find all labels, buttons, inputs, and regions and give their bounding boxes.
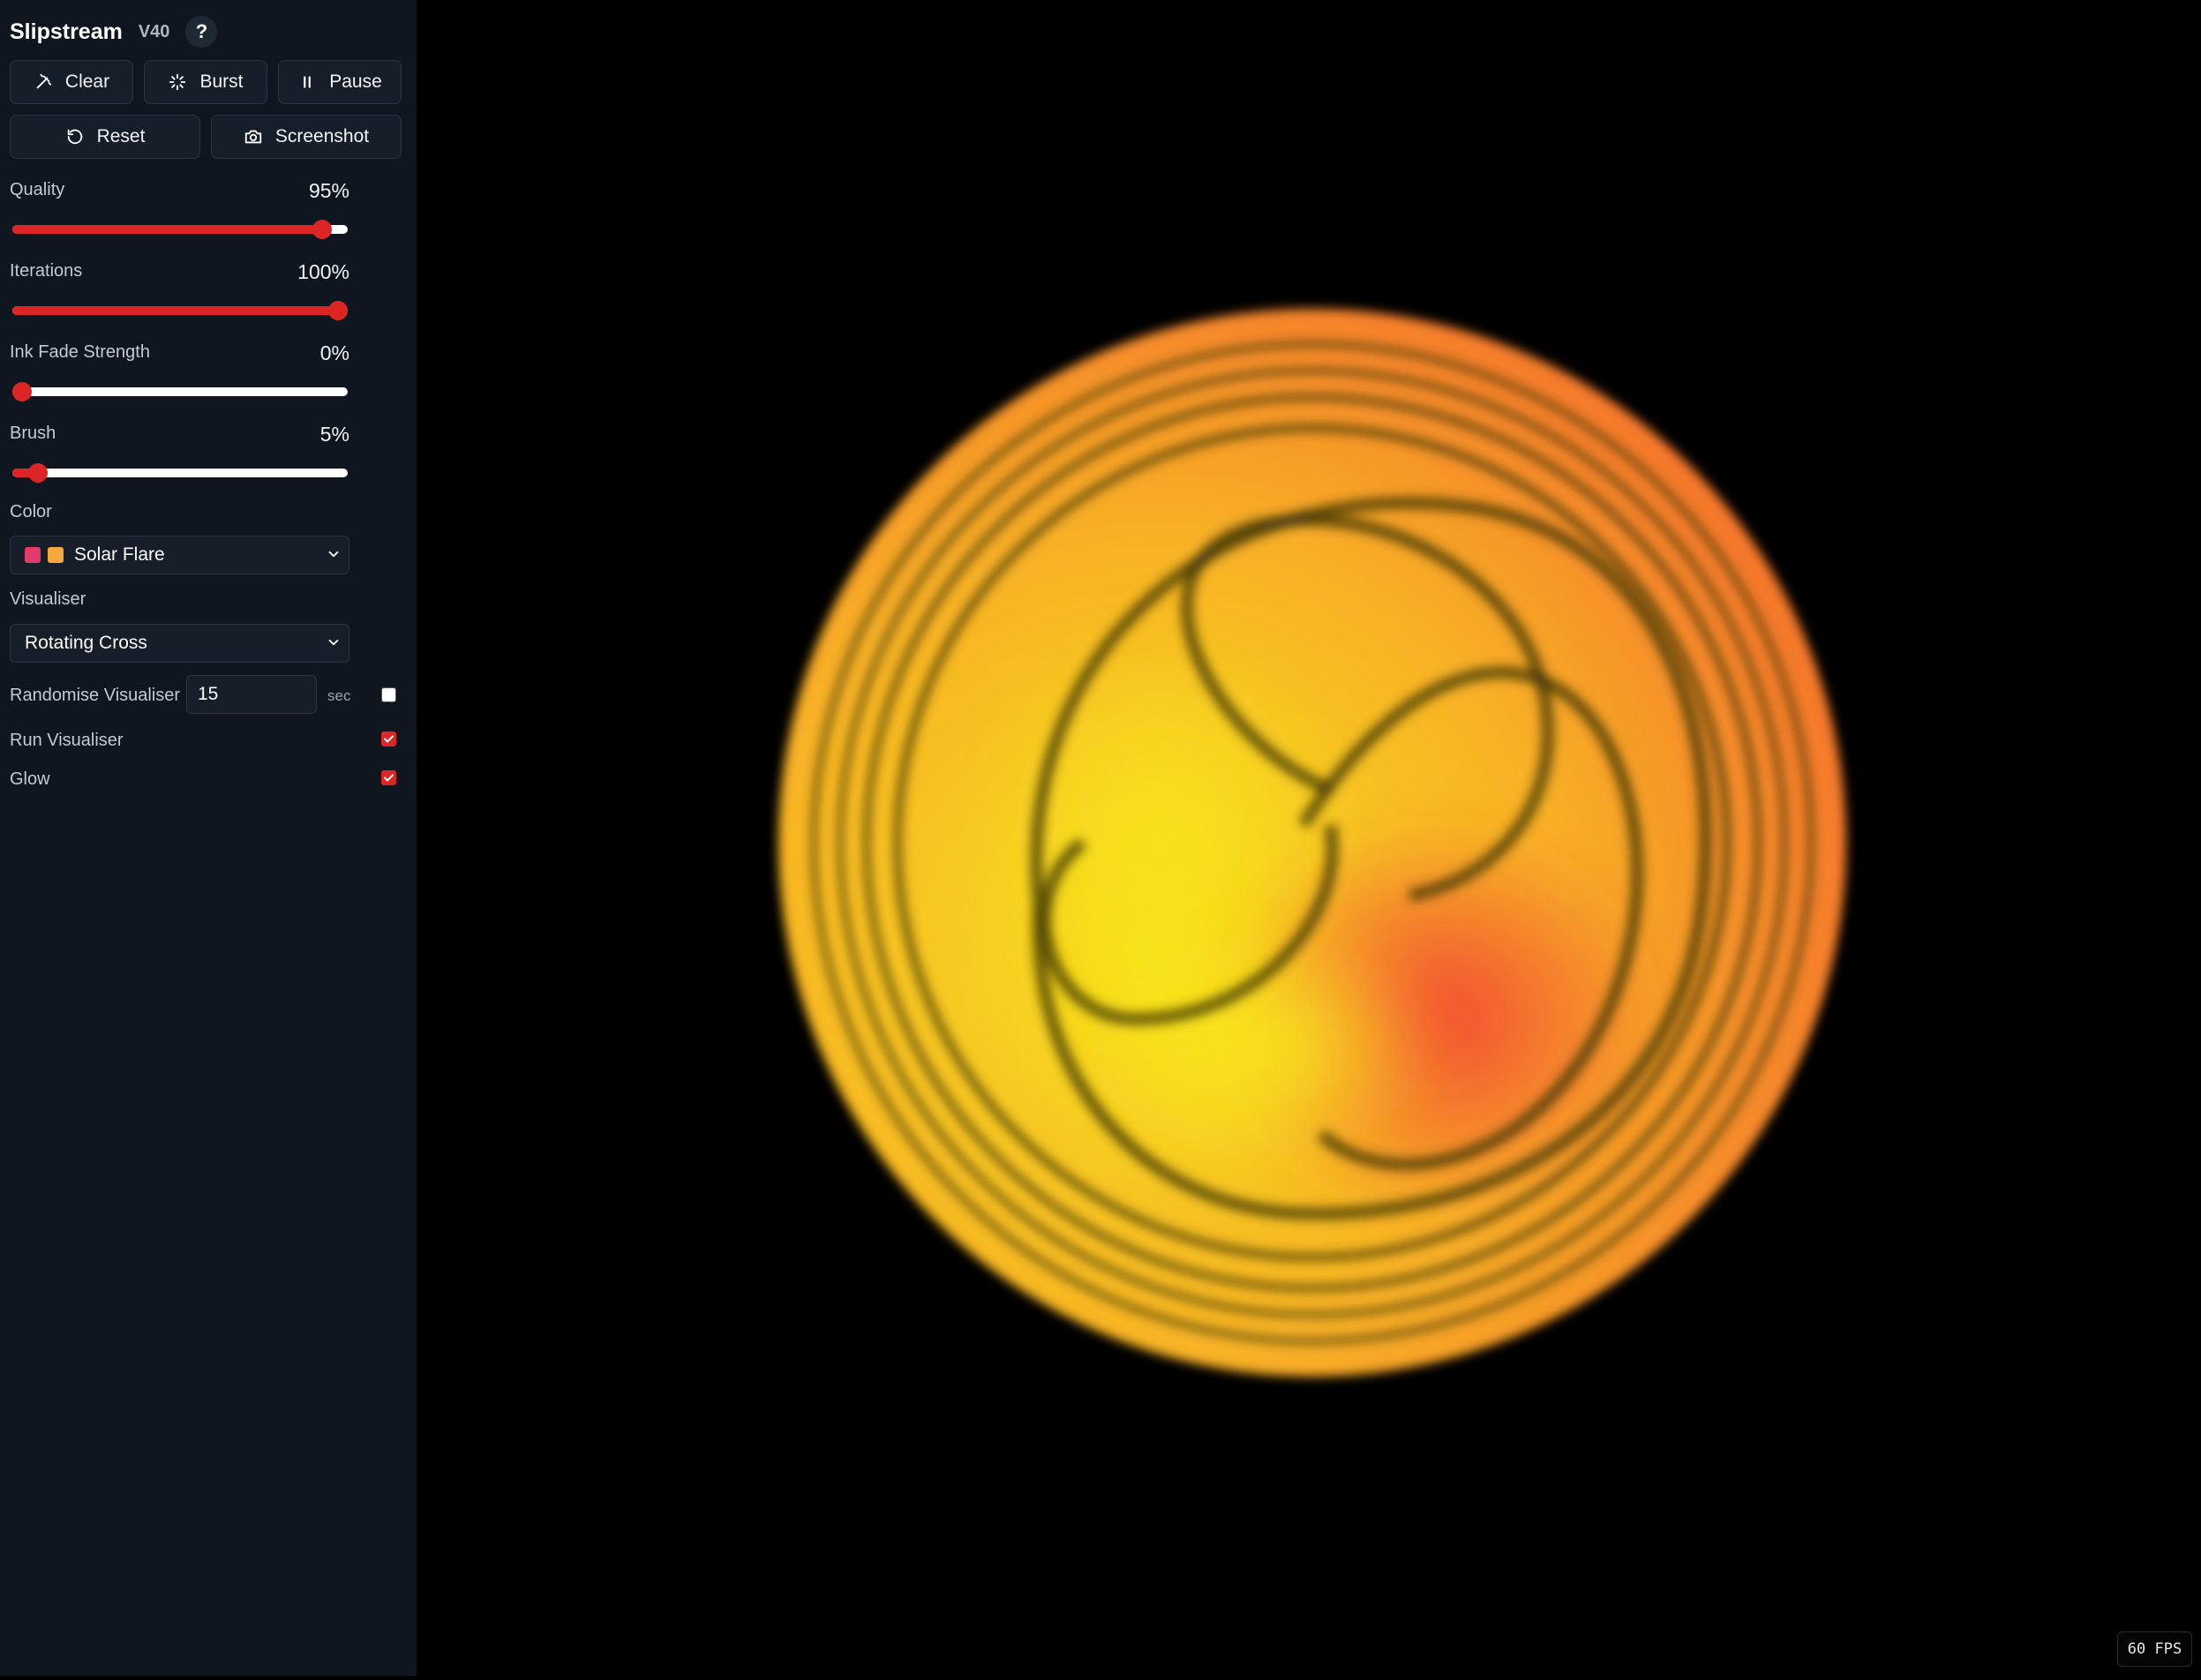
brush-slider[interactable] — [12, 463, 348, 483]
app-title: Slipstream — [10, 19, 123, 44]
color-selected-value: Solar Flare — [74, 544, 165, 565]
quality-slider[interactable] — [12, 220, 348, 239]
pause-icon — [304, 76, 312, 88]
visualiser-label: Visualiser — [10, 589, 86, 609]
checkmark-icon — [384, 735, 394, 743]
brush-slider-thumb[interactable] — [27, 463, 48, 483]
screenshot-button[interactable]: Screenshot — [211, 115, 402, 159]
burst-button[interactable]: Burst — [144, 60, 267, 104]
ink-fade-slider[interactable] — [12, 382, 348, 401]
run-visualiser-checkbox[interactable] — [381, 731, 396, 746]
chevron-down-icon — [328, 639, 339, 646]
screenshot-label: Screenshot — [274, 126, 370, 146]
iterations-label: Iterations — [10, 261, 83, 281]
quality-label: Quality — [10, 180, 65, 199]
reset-icon — [67, 129, 82, 145]
pause-label: Pause — [329, 71, 382, 92]
randomise-visualiser-checkbox[interactable] — [381, 687, 396, 702]
color-swatch-secondary — [48, 547, 64, 563]
visualiser-selected-value: Rotating Cross — [25, 633, 147, 653]
brush-value: 5% — [319, 423, 349, 446]
quality-slider-fill — [12, 225, 323, 234]
iterations-slider-fill — [12, 306, 338, 315]
clear-label: Clear — [64, 71, 110, 92]
clear-button[interactable]: Clear — [10, 60, 133, 104]
color-select[interactable]: Solar Flare — [10, 536, 349, 574]
randomise-visualiser-label: Randomise Visualiser — [10, 686, 181, 705]
eraser-icon — [36, 73, 52, 89]
glow-label: Glow — [10, 769, 50, 789]
color-label: Color — [10, 502, 52, 521]
control-sidebar: Slipstream V40 ? Clear Burst Pause Reset… — [0, 0, 417, 1676]
iterations-value: 100% — [297, 260, 349, 283]
reset-label: Reset — [96, 126, 146, 146]
run-visualiser-label: Run Visualiser — [10, 731, 124, 750]
burst-icon — [169, 73, 186, 91]
iterations-slider-thumb[interactable] — [328, 301, 348, 320]
fluid-visualisation — [778, 309, 1846, 1376]
randomise-interval-input[interactable]: 15 — [186, 675, 317, 714]
visualiser-select[interactable]: Rotating Cross — [10, 624, 349, 663]
glow-checkbox[interactable] — [381, 770, 396, 785]
color-swatch-primary — [25, 547, 41, 563]
camera-icon — [244, 130, 262, 144]
title-row: Slipstream V40 ? — [10, 16, 218, 48]
help-button[interactable]: ? — [185, 16, 218, 48]
randomise-interval-value: 15 — [198, 684, 219, 704]
pause-button[interactable]: Pause — [278, 60, 402, 104]
quality-slider-thumb[interactable] — [312, 220, 333, 239]
fps-counter: 60 FPS — [2117, 1631, 2192, 1667]
reset-button[interactable]: Reset — [10, 115, 200, 159]
ink-fade-label: Ink Fade Strength — [10, 342, 150, 362]
ink-fade-value: 0% — [319, 341, 349, 364]
iterations-slider[interactable] — [12, 301, 348, 320]
ink-fade-slider-thumb[interactable] — [12, 382, 32, 401]
quality-value: 95% — [308, 179, 349, 202]
chevron-down-icon — [328, 551, 339, 558]
randomise-unit-label: sec — [327, 687, 351, 704]
burst-label: Burst — [199, 71, 244, 92]
simulation-canvas[interactable]: 60 FPS — [417, 0, 2201, 1676]
checkmark-icon — [384, 774, 394, 782]
brush-label: Brush — [10, 424, 56, 443]
version-label: V40 — [138, 21, 170, 41]
